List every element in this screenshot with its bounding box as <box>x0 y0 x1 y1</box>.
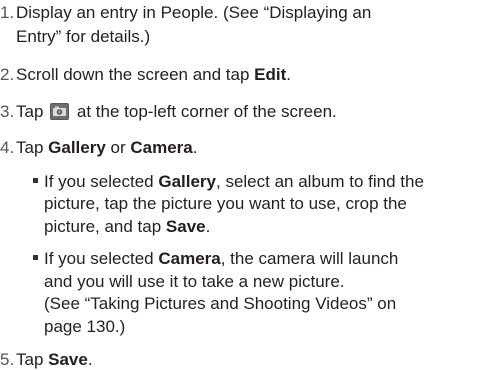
bullet-camera: If you selected Camera, the camera will … <box>33 248 398 269</box>
step-text: Tap <box>16 102 44 121</box>
step-text: Tap <box>16 138 49 157</box>
step-3: 3. Tap at the top-left corner of the scre… <box>0 101 337 122</box>
step-text: Display an entry in People. (See “Displa… <box>16 3 372 22</box>
camera-keyword: Camera <box>158 249 221 268</box>
save-keyword: Save <box>165 217 206 236</box>
step-text: or <box>105 138 131 157</box>
bullet-marker <box>33 255 38 260</box>
bullet-text: , select an album to find the <box>216 172 424 191</box>
bullet-text: If you selected <box>44 172 159 191</box>
step-1-continued: Entry” for details.) <box>0 26 150 47</box>
bullet-gallery-continued: picture, tap the picture you want to use… <box>33 193 407 214</box>
step-number: 5. <box>0 350 15 369</box>
bullet-camera-continued: page 130.) <box>33 316 125 337</box>
step-1: 1. Display an entry in People. (See “Disp… <box>0 2 371 23</box>
bullet-camera-continued: (See “Taking Pictures and Shooting Video… <box>33 293 396 314</box>
bullet-text: page 130.) <box>44 317 126 336</box>
step-number: 3. <box>0 102 15 121</box>
bullet-text: , the camera will launch <box>220 249 399 268</box>
gallery-keyword: Gallery <box>48 138 106 157</box>
step-number: 1. <box>0 3 15 22</box>
bullet-marker <box>33 178 38 183</box>
bullet-camera-continued: and you will use it to take a new pictur… <box>33 271 345 292</box>
bullet-text: and you will use it to take a new pictur… <box>44 272 345 291</box>
camera-keyword: Camera <box>130 138 193 157</box>
step-number: 4. <box>0 138 15 157</box>
step-4: 4. Tap Gallery or Camera. <box>0 137 197 158</box>
edit-keyword: Edit <box>254 65 287 84</box>
step-number: 2. <box>0 65 15 84</box>
camera-icon <box>50 103 70 120</box>
step-text: Entry” for details.) <box>16 27 151 46</box>
step-text: Scroll down the screen and tap <box>16 65 255 84</box>
gallery-keyword: Gallery <box>158 172 216 191</box>
instruction-list: 1. Display an entry in People. (See “Disp… <box>0 0 485 369</box>
punctuation: . <box>192 138 198 157</box>
step-5: 5. Tap Save. <box>0 349 93 370</box>
bullet-gallery-continued: picture, and tap Save. <box>33 216 210 237</box>
step-2: 2. Scroll down the screen and tap Edit. <box>0 64 291 85</box>
bullet-text: picture, tap the picture you want to use… <box>44 194 407 213</box>
save-keyword: Save <box>48 350 88 369</box>
punctuation: . <box>87 350 93 369</box>
punctuation: . <box>205 217 211 236</box>
bullet-text: picture, and tap <box>44 217 166 236</box>
step-text: Tap <box>16 350 49 369</box>
punctuation: . <box>286 65 291 84</box>
bullet-text: (See “Taking Pictures and Shooting Video… <box>44 294 397 313</box>
bullet-gallery: If you selected Gallery, select an album… <box>33 171 424 192</box>
step-text: at the top-left corner of the screen. <box>76 102 337 121</box>
bullet-text: If you selected <box>44 249 159 268</box>
